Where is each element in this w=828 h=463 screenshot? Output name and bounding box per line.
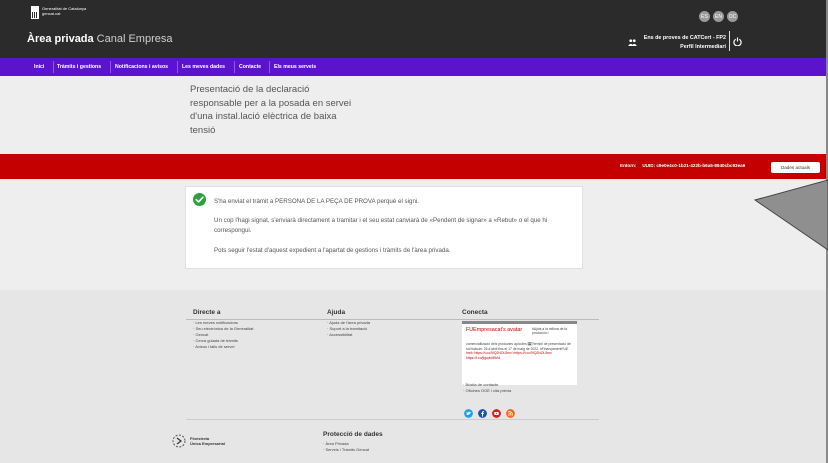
youtube-icon[interactable] [492,409,501,418]
app-title: Àrea privada [27,33,94,45]
message-line-3: Pots seguir l'estat d'aquest expedient a… [214,247,451,254]
environment-band: Entorn: UUID: c9e0e4c0-1b21-422b-b6a5-894… [0,154,826,179]
callout-overlay [753,179,828,251]
nav-meves-dades[interactable]: Les meves dades [182,58,225,76]
rss-icon[interactable] [506,409,515,418]
site-header: Generalitat de Catalunya gencat.cat Àrea… [0,0,826,58]
footer-divider-2 [186,419,599,420]
footer-link[interactable]: · Accessibilitat [327,332,427,338]
check-circle-icon [193,193,206,206]
footer-col-ajuda: Ajuda [327,309,427,319]
nav-meus-serveis[interactable]: Els meus serveis [274,58,316,76]
user-info[interactable]: Ens de proves de CATCert - FP2 Perfil In… [642,34,726,52]
uuid-text: UUID: c9e0e4c0-1b21-422b-b6a5-8940cbc93e… [642,163,746,168]
gov-logo-line2: gencat.cat [42,11,61,16]
footer-link[interactable]: · Avisos i talls de servei [193,344,303,350]
finestreta-logo[interactable]: Finestreta Única Empresarial [172,434,225,448]
nav-contacte[interactable]: Contacte [239,58,261,76]
page-title: Presentació de la declaració responsable… [190,84,352,136]
footer-proteccio-title: Protecció de dades [323,431,383,438]
footer-col-proteccio: Protecció de dades · Àrea Privada · Serv… [323,431,443,453]
lang-en-button[interactable]: EN [713,11,724,22]
generalitat-logo[interactable]: Generalitat de Catalunya gencat.cat [31,6,86,19]
finestreta-line2: Única Empresarial [190,441,225,446]
facebook-icon[interactable] [478,409,487,418]
footer-directe-links: · Les meves notificacions · Seu electròn… [193,320,303,350]
tweet-body: comercialització dels productes apícoles… [466,342,574,360]
generalitat-mark-icon [31,6,39,19]
tweet-link[interactable]: href='https://t.co/9IQ2NOL5mv'>https://t… [466,351,552,360]
nav-divider [234,61,235,73]
page-app-title: Àrea privada Canal Empresa [27,33,172,45]
twitter-icon[interactable] [464,409,473,418]
environment-info: Entorn: UUID: c9e0e4c0-1b21-422b-b6a5-894… [620,163,751,168]
tweet-text: comercialització dels productes apícoles… [466,342,571,351]
message-line-1: S'ha enviat el tràmit a PERSONA DE LA PE… [214,198,420,205]
nav-divider [177,61,178,73]
twitter-widget: FUEmpresacat's avatar #Ajuts a la millor… [462,321,577,385]
lang-oc-button[interactable]: OC [727,11,738,22]
message-line-2: Un cop l'hagi signat, s'enviarà directam… [214,217,548,234]
footer-col-conecta: Conecta [462,309,562,319]
app-subtitle: Canal Empresa [96,33,173,45]
main-nav: Inici Tràmits i gestions Notificacions i… [0,58,826,76]
env-label: Entorn: [620,163,637,168]
user-org-name: Ens de proves de CATCert - FP2 [643,35,726,41]
tweet-avatar-label[interactable]: FUEmpresacat's avatar [466,327,522,333]
lang-es-button[interactable]: ES [699,11,710,22]
footer-col-directe: Directe a [193,309,293,319]
tweet-text-right: #Ajuts a la millora de la producció i [532,327,568,335]
nav-inici[interactable]: Inici [34,58,44,76]
finestreta-icon [172,434,186,448]
nav-notificacions[interactable]: Notificacions i avisos [115,58,168,76]
header-divider [729,31,730,51]
footer-link[interactable]: · Serveis i Tràmits Gencat [323,447,443,453]
power-icon[interactable] [733,37,742,46]
nav-divider [269,61,270,73]
nav-divider [110,61,111,73]
footer-conecta-links: · Bústia de contacte · Oficines OGE i ci… [463,382,573,394]
language-switcher: ES EN OC [699,11,738,22]
footer-link[interactable]: · Oficines OGE i cita prèvia [463,388,573,394]
success-message-card: S'ha enviat el tràmit a PERSONA DE LA PE… [185,186,583,269]
user-profile: Perfil Intermediari [680,44,726,50]
nav-divider [53,61,54,73]
users-icon [628,39,637,46]
nav-tramits[interactable]: Tràmits i gestions [57,58,101,76]
footer-conecta-title: Conecta [462,309,488,316]
footer-ajuda-title: Ajuda [327,309,346,316]
footer-directe-title: Directe a [193,309,221,316]
footer-ajuda-links: · Ajuda de l'àrea privada · Suport a la … [327,320,427,338]
